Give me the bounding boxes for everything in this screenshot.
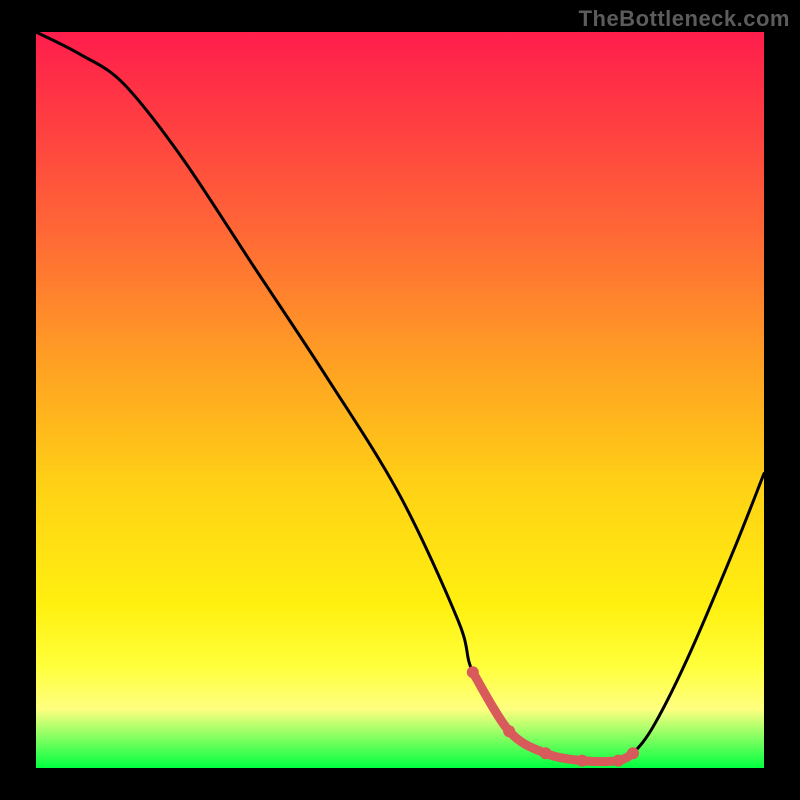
highlight-dot <box>612 755 624 767</box>
bottom-highlight-path <box>473 672 633 761</box>
highlight-dot <box>467 666 479 678</box>
chart-frame: TheBottleneck.com <box>0 0 800 800</box>
curve-layer <box>36 32 764 768</box>
highlight-dot <box>503 725 515 737</box>
plot-area <box>36 32 764 768</box>
highlight-dot <box>576 755 588 767</box>
watermark-label: TheBottleneck.com <box>579 6 790 32</box>
bottleneck-curve-path <box>36 32 764 762</box>
highlight-dot <box>627 747 639 759</box>
highlight-dot <box>540 747 552 759</box>
